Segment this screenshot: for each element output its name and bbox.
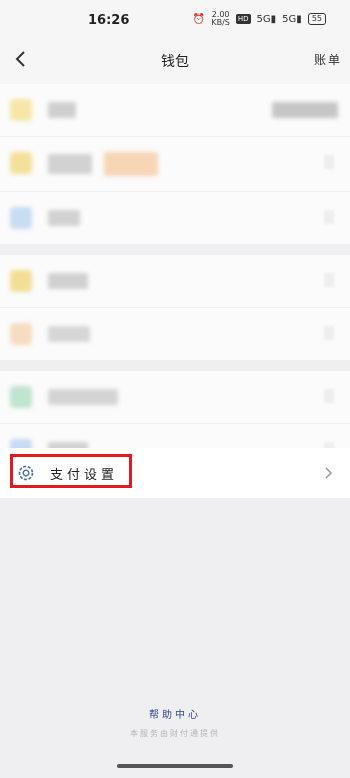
help-center-link[interactable]: 帮助中心 (0, 706, 350, 721)
service-provider-note: 本服务由财付通提供 (130, 729, 220, 738)
blurred-label (48, 273, 88, 289)
signal-icon-2: 5G▮ (282, 13, 302, 25)
chevron-right-icon (324, 210, 334, 224)
section-gap (0, 245, 350, 255)
nav-bar: 钱包 账单 (0, 40, 350, 84)
blurred-icon (10, 152, 32, 174)
gear-icon (18, 465, 34, 481)
blurred-label (48, 102, 76, 118)
section-gap (0, 361, 350, 371)
battery-icon: 55 (307, 13, 326, 25)
blurred-label (48, 326, 90, 342)
blurred-label (48, 154, 92, 174)
blurred-badge (104, 152, 158, 176)
signal-icon-1: 5G▮ (256, 13, 277, 25)
list-item[interactable] (0, 137, 350, 192)
status-bar: 16:26 ⏰ 2.00 KB/S HD 5G▮ 5G▮ 55 (0, 0, 350, 40)
chevron-right-icon (324, 326, 334, 340)
list-item[interactable] (0, 84, 350, 137)
hd-badge: HD (235, 14, 251, 24)
chevron-right-icon (325, 467, 333, 479)
blurred-label (48, 210, 80, 226)
chevron-right-icon (324, 155, 334, 169)
list-item[interactable] (0, 192, 350, 245)
status-time: 16:26 (88, 13, 130, 28)
wallet-list (0, 84, 350, 477)
payment-settings-row[interactable]: 支付设置 (0, 448, 350, 498)
alarm-icon: ⏰ (192, 13, 206, 25)
list-item[interactable] (0, 308, 350, 361)
blurred-icon (10, 270, 32, 292)
blurred-value (272, 102, 338, 118)
home-indicator[interactable] (117, 764, 233, 768)
blurred-icon (10, 99, 32, 121)
list-item[interactable] (0, 371, 350, 424)
page-title: 钱包 (161, 54, 189, 70)
blurred-icon (10, 207, 32, 229)
payment-settings-label: 支付设置 (50, 468, 119, 483)
network-speed: 2.00 KB/S (211, 10, 230, 27)
blurred-icon (10, 386, 32, 408)
bill-link[interactable]: 账单 (314, 51, 342, 68)
blurred-label (48, 389, 118, 405)
chevron-right-icon (324, 389, 334, 403)
chevron-right-icon (324, 273, 334, 287)
status-icons: ⏰ 2.00 KB/S HD 5G▮ 5G▮ 55 (193, 11, 326, 27)
blurred-icon (10, 323, 32, 345)
list-item[interactable] (0, 255, 350, 308)
